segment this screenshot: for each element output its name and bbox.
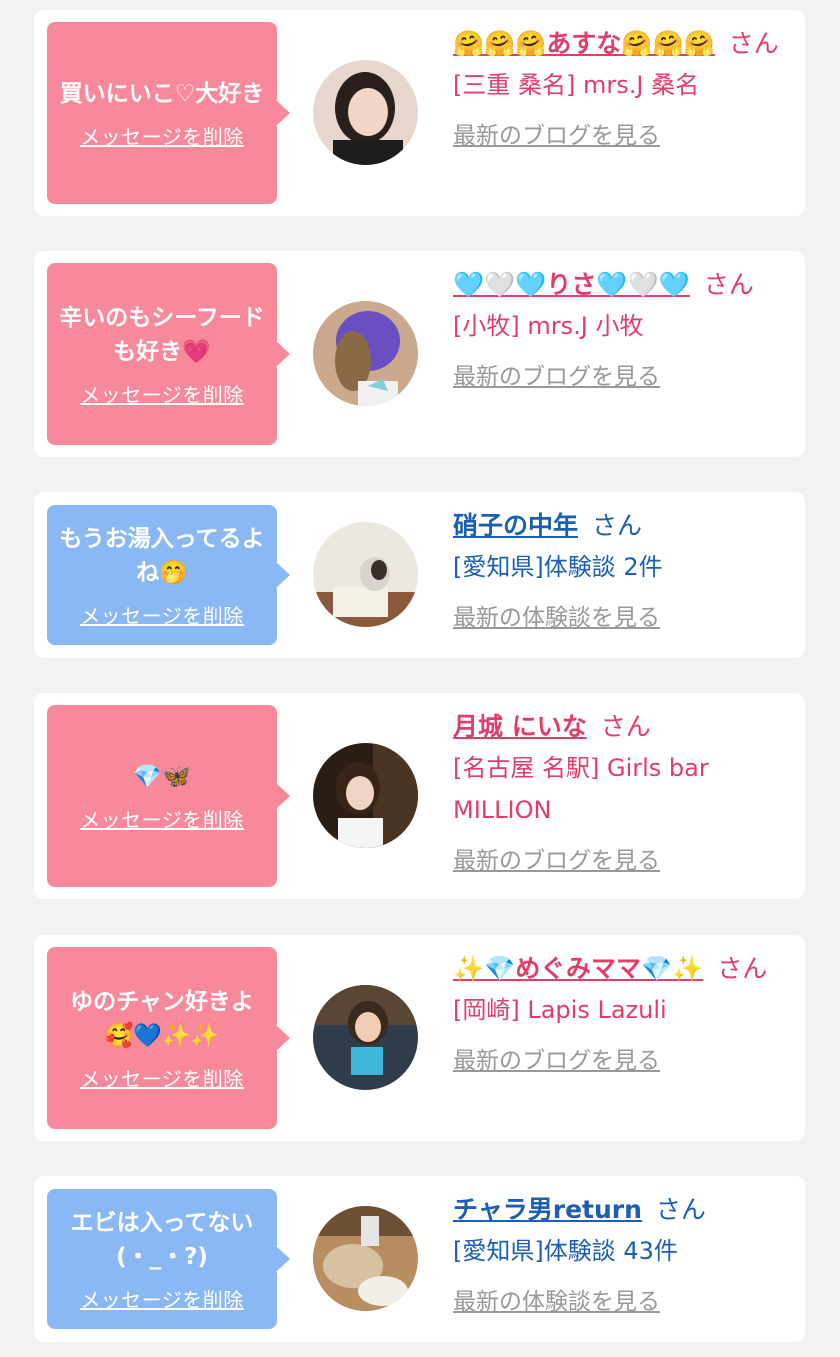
avatar[interactable]	[313, 743, 418, 848]
avatar[interactable]	[313, 1206, 418, 1311]
avatar-photo	[313, 743, 418, 848]
message-text: 辛いのもシーフードも好き💗	[59, 304, 265, 365]
latest-blog-link[interactable]: 最新のブログを見る	[453, 357, 660, 391]
delete-message-link[interactable]: メッセージを削除	[80, 1284, 244, 1313]
sender-info: 🩵🤍🩵りさ🩵🤍🩵 さん [小牧] mrs.J 小牧 最新のブログを見る	[453, 265, 798, 391]
honorific: さん	[717, 954, 768, 983]
message-text: もうお湯入ってるよね🤭	[59, 525, 265, 586]
message-card: 辛いのもシーフードも好き💗 メッセージを削除 🩵🤍🩵りさ🩵🤍🩵 さん [小牧] m…	[34, 251, 805, 457]
delete-message-link[interactable]: メッセージを削除	[80, 121, 244, 150]
avatar[interactable]	[313, 985, 418, 1090]
message-card: 買いにいこ♡大好き メッセージを削除 🤗🤗🤗あすな🤗🤗🤗 さん [三重 桑名] m…	[34, 10, 805, 216]
honorific: さん	[655, 1195, 706, 1224]
avatar-photo	[313, 301, 418, 406]
avatar[interactable]	[313, 522, 418, 627]
avatar-photo	[313, 60, 418, 165]
sender-name-link[interactable]: 硝子の中年	[453, 511, 578, 540]
message-text: ゆのチャン好きよ🥰💙✨✨	[70, 988, 254, 1049]
latest-blog-link[interactable]: 最新のブログを見る	[453, 841, 660, 875]
sender-stats: [愛知県]体験談 2件	[453, 553, 663, 581]
avatar-photo	[313, 1206, 418, 1311]
delete-message-link[interactable]: メッセージを削除	[80, 804, 244, 833]
message-bubble: エビは入ってない(・_・?) メッセージを削除	[47, 1189, 290, 1329]
message-text: 買いにいこ♡大好き	[59, 80, 265, 107]
message-bubble: 買いにいこ♡大好き メッセージを削除	[47, 22, 290, 204]
honorific: さん	[703, 270, 754, 299]
message-card: エビは入ってない(・_・?) メッセージを削除 チャラ男return さん [愛知…	[34, 1176, 805, 1342]
sender-name-link[interactable]: ✨💎めぐみママ💎✨	[453, 954, 703, 983]
sender-info: 🤗🤗🤗あすな🤗🤗🤗 さん [三重 桑名] mrs.J 桑名 最新のブログを見る	[453, 24, 798, 150]
message-bubble: もうお湯入ってるよね🤭 メッセージを削除	[47, 505, 290, 645]
honorific: さん	[728, 29, 779, 58]
honorific: さん	[592, 511, 643, 540]
avatar-photo	[313, 522, 418, 627]
avatar[interactable]	[313, 301, 418, 406]
message-text: エビは入ってない(・_・?)	[70, 1209, 254, 1270]
delete-message-link[interactable]: メッセージを削除	[80, 1063, 244, 1092]
message-card: 💎🦋 メッセージを削除 月城 にいな さん [名古屋 名駅] Girls bar …	[34, 693, 805, 899]
latest-blog-link[interactable]: 最新のブログを見る	[453, 1041, 660, 1075]
message-bubble: 辛いのもシーフードも好き💗 メッセージを削除	[47, 263, 290, 445]
sender-name-link[interactable]: 🤗🤗🤗あすな🤗🤗🤗	[453, 29, 715, 58]
delete-message-link[interactable]: メッセージを削除	[80, 379, 244, 408]
avatar[interactable]	[313, 60, 418, 165]
sender-info: チャラ男return さん [愛知県]体験談 43件 最新の体験談を見る	[453, 1190, 798, 1316]
sender-info: 硝子の中年 さん [愛知県]体験談 2件 最新の体験談を見る	[453, 506, 798, 632]
latest-review-link[interactable]: 最新の体験談を見る	[453, 598, 660, 632]
message-card: もうお湯入ってるよね🤭 メッセージを削除 硝子の中年 さん [愛知県]体験談 2件…	[34, 492, 805, 658]
sender-name-link[interactable]: 🩵🤍🩵りさ🩵🤍🩵	[453, 270, 690, 299]
sender-name-link[interactable]: チャラ男return	[453, 1195, 642, 1224]
avatar-photo	[313, 985, 418, 1090]
sender-shop: [三重 桑名] mrs.J 桑名	[453, 71, 700, 99]
delete-message-link[interactable]: メッセージを削除	[80, 600, 244, 629]
message-bubble: 💎🦋 メッセージを削除	[47, 705, 290, 887]
sender-info: 月城 にいな さん [名古屋 名駅] Girls bar MILLION 最新のブ…	[453, 707, 798, 875]
sender-shop: [岡崎] Lapis Lazuli	[453, 996, 667, 1024]
message-text: 💎🦋	[133, 763, 191, 790]
latest-blog-link[interactable]: 最新のブログを見る	[453, 116, 660, 150]
sender-shop: [小牧] mrs.J 小牧	[453, 312, 644, 340]
message-list: 買いにいこ♡大好き メッセージを削除 🤗🤗🤗あすな🤗🤗🤗 さん [三重 桑名] m…	[0, 0, 840, 1357]
sender-shop: [名古屋 名駅] Girls bar MILLION	[453, 754, 709, 824]
sender-name-link[interactable]: 月城 にいな	[453, 712, 587, 741]
sender-info: ✨💎めぐみママ💎✨ さん [岡崎] Lapis Lazuli 最新のブログを見る	[453, 949, 798, 1075]
honorific: さん	[600, 712, 651, 741]
message-card: ゆのチャン好きよ🥰💙✨✨ メッセージを削除 ✨💎めぐみママ💎✨ さん [岡崎] L…	[34, 935, 805, 1141]
sender-stats: [愛知県]体験談 43件	[453, 1237, 678, 1265]
message-bubble: ゆのチャン好きよ🥰💙✨✨ メッセージを削除	[47, 947, 290, 1129]
latest-review-link[interactable]: 最新の体験談を見る	[453, 1282, 660, 1316]
